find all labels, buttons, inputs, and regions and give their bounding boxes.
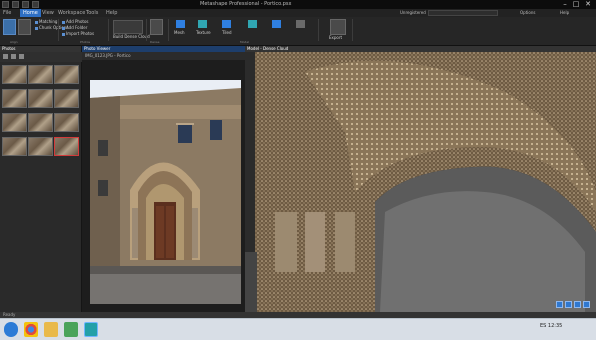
model-ortho-icon[interactable] <box>248 20 257 28</box>
pan-icon[interactable] <box>565 301 572 308</box>
menu-view[interactable]: View <box>42 10 54 16</box>
photos-toolbar <box>0 52 82 62</box>
group-divider <box>352 19 353 41</box>
dense-cloud-render <box>245 52 596 312</box>
group-divider <box>58 19 59 41</box>
reset-view-icon[interactable] <box>583 301 590 308</box>
thumbnail-grid <box>2 65 82 165</box>
taskbar: ES 12:35 <box>0 318 596 340</box>
model-tiled-icon[interactable] <box>222 20 231 28</box>
nav-controls <box>556 301 594 310</box>
model-mesh-icon[interactable] <box>176 20 185 28</box>
portico-photo <box>90 80 241 304</box>
tiled-label: Tiled <box>222 30 232 35</box>
status-text: Ready <box>3 312 16 317</box>
photo-thumbnail[interactable] <box>54 137 79 156</box>
add-photo-icon[interactable] <box>3 54 8 59</box>
redo-icon[interactable] <box>32 1 39 8</box>
model-settings-icon[interactable] <box>296 20 305 28</box>
photo-thumbnail[interactable] <box>2 89 27 108</box>
model-dem-icon[interactable] <box>272 20 281 28</box>
export-label: Export <box>329 35 343 40</box>
photo-thumbnail[interactable] <box>54 65 79 84</box>
maximize-button[interactable]: □ <box>571 0 581 9</box>
mesh-label: Mesh <box>174 30 185 35</box>
align-photos-button[interactable] <box>3 19 16 35</box>
photos-pane: Photos <box>0 46 82 312</box>
search-input[interactable] <box>428 10 498 16</box>
undo-icon[interactable] <box>22 1 29 8</box>
chrome-icon[interactable] <box>24 322 38 337</box>
viewer-footer <box>82 304 245 312</box>
group-divider <box>318 19 319 41</box>
photo-thumbnail[interactable] <box>28 65 53 84</box>
import-photos-option[interactable]: Import Photos <box>62 32 94 36</box>
photos-icon[interactable] <box>64 322 78 337</box>
build-dense-cloud-label: Build Dense Cloud <box>113 34 150 39</box>
view-mode-icon[interactable] <box>19 54 24 59</box>
explorer-icon[interactable] <box>44 322 58 337</box>
photo-thumbnail[interactable] <box>28 89 53 108</box>
add-photos-option[interactable]: Add Photos <box>62 20 89 24</box>
app-icon <box>2 1 9 8</box>
group-label-align: Align <box>10 40 18 44</box>
title-bar: Metashape Professional - Portico.psx – □… <box>0 0 596 9</box>
photo-thumbnail[interactable] <box>2 113 27 132</box>
viewer-toolbar: IMG_0123.JPG - Portico <box>82 52 245 60</box>
menu-home[interactable]: Home <box>20 9 41 17</box>
minimize-button[interactable]: – <box>560 0 570 9</box>
build-button[interactable] <box>18 19 31 35</box>
build-dense-cloud-button[interactable] <box>113 20 143 34</box>
close-button[interactable]: ✕ <box>583 0 593 9</box>
export-button[interactable] <box>330 19 346 35</box>
group-label-model: Model <box>240 40 250 44</box>
group-label-photos: Photos <box>80 40 91 44</box>
photo-thumbnail[interactable] <box>2 65 27 84</box>
rotate-icon[interactable] <box>556 301 563 308</box>
remove-photo-icon[interactable] <box>11 54 16 59</box>
group-divider <box>146 19 147 41</box>
photo-viewer: Photo Viewer IMG_0123.JPG - Portico <box>82 46 245 312</box>
zoom-icon[interactable] <box>574 301 581 308</box>
group-divider <box>168 19 169 41</box>
viewer-title: Photo Viewer <box>84 46 111 51</box>
photos-pane-title: Photos <box>2 46 16 51</box>
group-divider <box>108 19 109 41</box>
model-texture-icon[interactable] <box>198 20 207 28</box>
viewer-filename: IMG_0123.JPG - Portico <box>85 53 131 58</box>
texture-label: Texture <box>196 30 211 35</box>
photo-thumbnail[interactable] <box>54 89 79 108</box>
model-view[interactable]: Model - Dense Cloud <box>245 46 596 312</box>
license-status: Unregistered <box>400 10 426 15</box>
group-label-dense: Dense <box>150 40 160 44</box>
start-button[interactable] <box>4 322 18 337</box>
photo-image[interactable] <box>90 80 241 304</box>
menu-help[interactable]: Help <box>106 10 117 16</box>
app-window: Metashape Professional - Portico.psx – □… <box>0 0 596 340</box>
photo-thumbnail[interactable] <box>2 137 27 156</box>
tools-button[interactable] <box>150 19 163 35</box>
ribbon: Matching Chunk Options Align Add Photos … <box>0 17 596 46</box>
metashape-icon[interactable] <box>84 322 98 337</box>
menu-tools[interactable]: Tools <box>86 10 98 16</box>
window-title: Metashape Professional - Portico.psx <box>200 1 292 7</box>
save-icon[interactable] <box>12 1 19 8</box>
model-view-title: Model - Dense Cloud <box>247 46 289 51</box>
menu-file[interactable]: File <box>3 10 11 16</box>
menu-help-right[interactable]: Help <box>560 10 569 15</box>
menu-options[interactable]: Options <box>520 10 535 15</box>
photo-thumbnail[interactable] <box>28 137 53 156</box>
add-folder-option[interactable]: Add Folder <box>62 26 87 30</box>
photo-thumbnail[interactable] <box>54 113 79 132</box>
system-tray: ES 12:35 <box>540 323 563 329</box>
menu-workspace[interactable]: Workspace <box>58 10 85 16</box>
menu-bar: File Home View Workspace Tools Help Unre… <box>0 9 596 17</box>
photo-thumbnail[interactable] <box>28 113 53 132</box>
matching-option[interactable]: Matching <box>35 20 57 24</box>
